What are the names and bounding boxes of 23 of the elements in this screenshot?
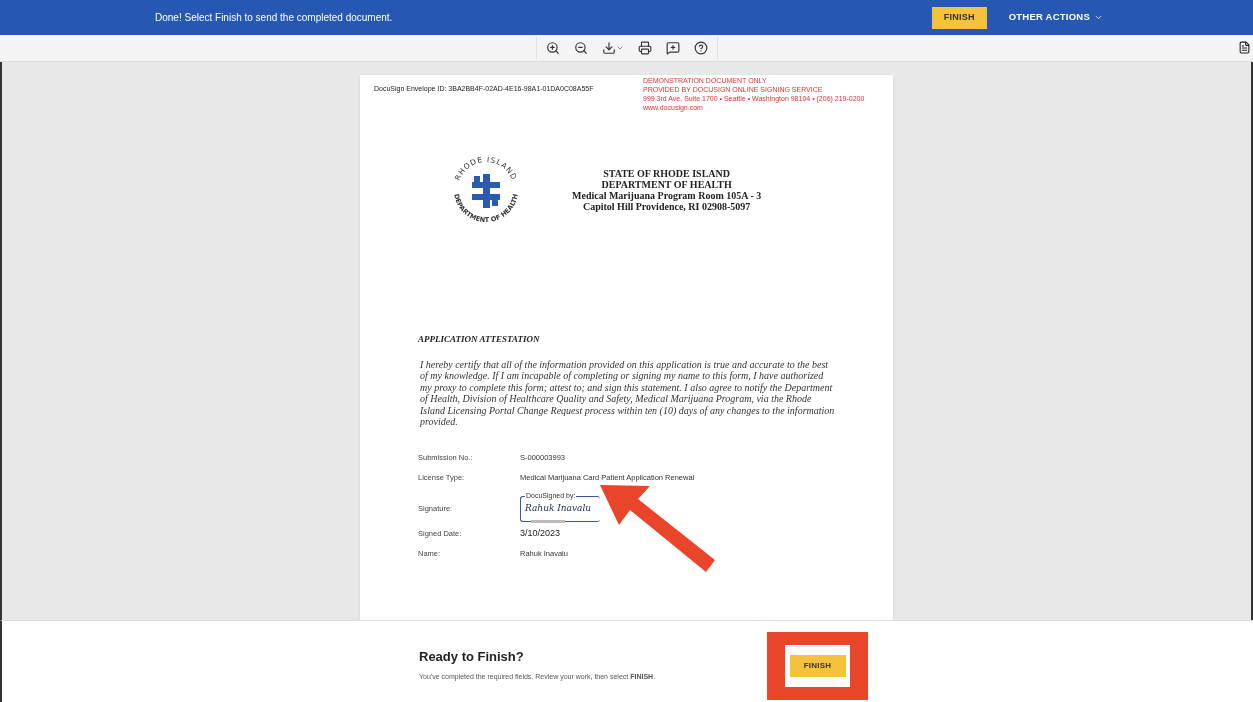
header-line: Medical Marijuana Program Room 105A - 3 [572,190,762,201]
attestation-paragraph: I hereby certify that all of the information provided on this application is true and accurate to the best of my knowledge. If I am incapable of completing or signing my name to this form, I have authorized my proxy to complete this form; attest to; and sign this statement. I also agree to notify the Department of Health, Division of Healthcare Quality and Safety, Medical Marijuana Program, via the Rhode Island Licensing Portal Change Request process within ten (10) days of any changes to the information provided. [419,358,835,428]
document-icon[interactable] [1238,41,1251,54]
status-message: Done! Select Finish to send the completed document. [155,11,393,25]
header-line: Capitol Hill Providence, RI 02908-5097 [582,201,751,212]
finish-button[interactable]: FINISH [789,655,846,677]
field-value: 3/10/2023 [520,526,561,540]
signature: Rahuk Inavalu [525,501,593,515]
header-line: STATE OF RHODE ISLAND [603,168,730,179]
other-actions-button[interactable]: OTHER ACTIONS [1008,10,1103,25]
caret-icon [615,44,624,52]
zoom-out-icon [573,41,588,55]
finish-button[interactable]: FINISH [931,6,987,29]
panel-title: Ready to Finish? [419,648,525,666]
comment-icon [665,41,680,55]
print-icon [637,41,652,55]
header-line: DEPARTMENT OF HEALTH [601,179,732,190]
zoom-in-icon [545,41,560,55]
download-icon [601,41,616,55]
section-title: APPLICATION ATTESTATION [418,333,541,346]
signature-id-mark [531,519,565,523]
help-icon [693,41,708,55]
caret-icon [1094,13,1103,22]
